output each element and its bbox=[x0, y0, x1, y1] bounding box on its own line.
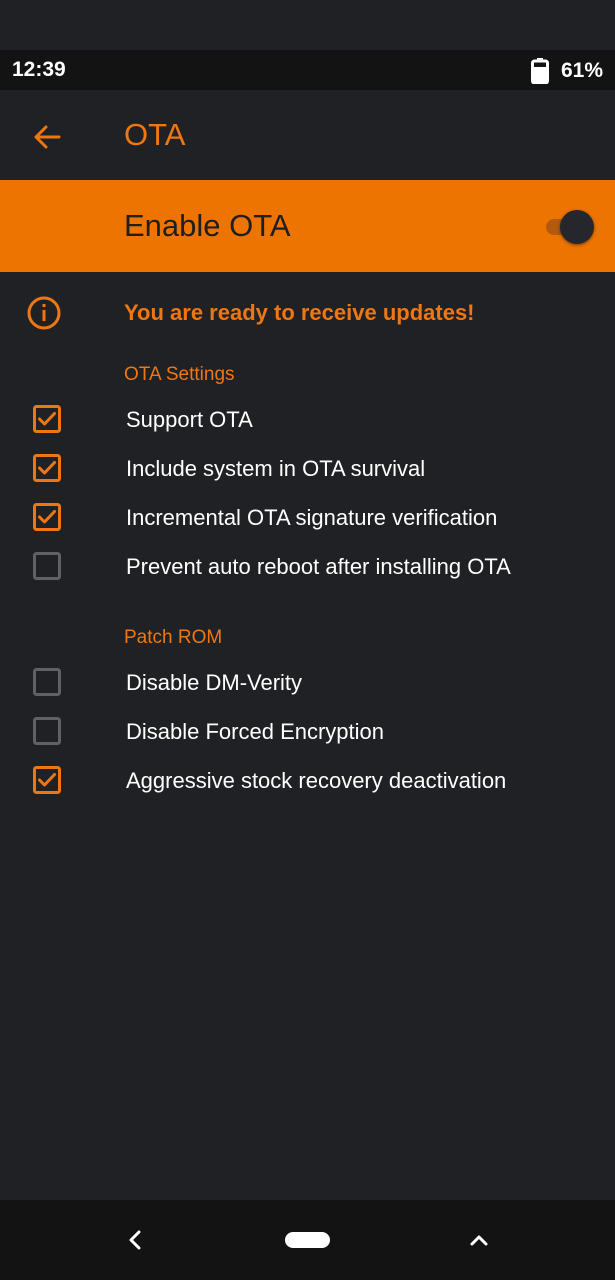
app-bar: OTA bbox=[0, 90, 615, 180]
option-label: Prevent auto reboot after installing OTA bbox=[126, 554, 511, 579]
back-button[interactable] bbox=[24, 114, 70, 160]
chevron-up-icon bbox=[470, 1235, 488, 1246]
checkbox-unchecked[interactable] bbox=[33, 717, 61, 745]
option-support-ota[interactable]: Support OTA bbox=[0, 396, 615, 442]
checkbox-checked[interactable] bbox=[33, 405, 61, 433]
option-prevent-auto-reboot[interactable]: Prevent auto reboot after installing OTA bbox=[0, 543, 615, 589]
checkbox-checked[interactable] bbox=[33, 503, 61, 531]
checkbox-unchecked[interactable] bbox=[33, 552, 61, 580]
battery-icon bbox=[530, 58, 549, 85]
toggle-thumb bbox=[560, 210, 594, 244]
option-label: Disable Forced Encryption bbox=[126, 719, 385, 744]
nav-recents-button[interactable] bbox=[464, 1222, 494, 1258]
status-right: 61% bbox=[530, 58, 603, 85]
option-disable-dm-verity[interactable]: Disable DM-Verity bbox=[0, 659, 615, 705]
navigation-bar bbox=[0, 1200, 615, 1280]
page-title: OTA bbox=[124, 117, 186, 152]
option-disable-forced-encryption[interactable]: Disable Forced Encryption bbox=[0, 708, 615, 754]
info-text: You are ready to receive updates! bbox=[124, 300, 475, 325]
option-include-system[interactable]: Include system in OTA survival bbox=[0, 445, 615, 491]
option-label: Include system in OTA survival bbox=[126, 456, 426, 481]
nav-back-button[interactable] bbox=[120, 1222, 150, 1258]
option-incremental-verification[interactable]: Incremental OTA signature verification bbox=[0, 494, 615, 540]
option-label: Support OTA bbox=[126, 407, 253, 432]
nav-back-icon bbox=[129, 1230, 141, 1250]
info-icon bbox=[27, 296, 61, 330]
option-label: Aggressive stock recovery deactivation bbox=[126, 768, 507, 793]
section-header-ota-settings: OTA Settings bbox=[124, 364, 235, 385]
section-header-patch-rom: Patch ROM bbox=[124, 627, 223, 648]
top-spacer bbox=[0, 0, 615, 50]
status-message: You are ready to receive updates! bbox=[0, 290, 615, 336]
battery-percent: 61% bbox=[560, 59, 603, 82]
status-bar: 12:39 61% bbox=[0, 50, 615, 90]
nav-home-pill-icon[interactable] bbox=[285, 1232, 330, 1248]
option-aggressive-recovery-deactivation[interactable]: Aggressive stock recovery deactivation bbox=[0, 757, 615, 803]
option-label: Disable DM-Verity bbox=[126, 670, 303, 695]
checkbox-unchecked[interactable] bbox=[33, 668, 61, 696]
arrow-left-icon bbox=[34, 125, 61, 149]
checkbox-checked[interactable] bbox=[33, 766, 61, 794]
status-time: 12:39 bbox=[12, 58, 66, 81]
enable-ota-toggle[interactable] bbox=[540, 210, 598, 244]
enable-ota-banner[interactable]: Enable OTA bbox=[0, 180, 615, 272]
enable-ota-label: Enable OTA bbox=[124, 208, 291, 243]
option-label: Incremental OTA signature verification bbox=[126, 505, 498, 530]
checkbox-checked[interactable] bbox=[33, 454, 61, 482]
